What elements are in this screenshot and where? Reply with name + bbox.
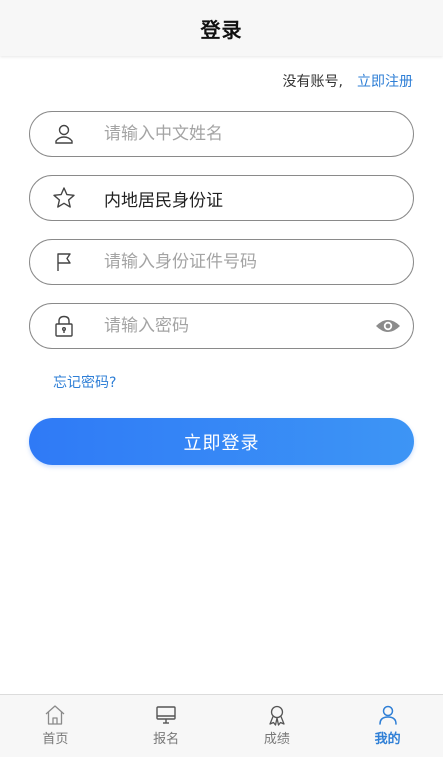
id-type-field[interactable] [29, 175, 414, 221]
bottom-tab-bar: 首页 报名 成绩 我的 [0, 694, 443, 757]
tab-home-label: 首页 [42, 732, 69, 747]
password-input[interactable] [104, 304, 367, 348]
register-prompt: 没有账号, [282, 74, 343, 90]
login-page: 登录 没有账号, 立即注册 请输入中文姓名 内地居民身份证 请输入身份证件号码 … [0, 0, 443, 757]
password-field[interactable] [29, 303, 414, 349]
user-icon [52, 122, 76, 146]
name-field[interactable] [29, 111, 414, 157]
home-icon [43, 704, 67, 726]
register-link[interactable]: 立即注册 [357, 71, 413, 91]
flag-icon [52, 250, 76, 274]
register-row: 没有账号, 立即注册 [283, 71, 413, 91]
id-number-field[interactable] [29, 239, 414, 285]
tab-scores-label: 成绩 [263, 732, 290, 747]
monitor-icon [154, 704, 178, 726]
tab-mine-label: 我的 [374, 732, 401, 747]
person-icon [376, 704, 400, 726]
lock-icon [52, 314, 76, 338]
award-icon [265, 704, 289, 726]
page-title: 登录 [200, 17, 243, 42]
eye-icon[interactable] [375, 317, 401, 335]
login-button[interactable]: 立即登录 [29, 418, 414, 465]
tab-signup[interactable]: 报名 [111, 695, 222, 757]
name-input[interactable] [104, 112, 367, 156]
tab-mine[interactable]: 我的 [332, 695, 443, 757]
forgot-password-link[interactable]: 忘记密码? [53, 372, 116, 392]
tab-signup-label: 报名 [153, 732, 180, 747]
tab-scores[interactable]: 成绩 [222, 695, 333, 757]
tab-home[interactable]: 首页 [0, 695, 111, 757]
star-icon [52, 186, 76, 210]
id-number-input[interactable] [104, 240, 367, 284]
id-type-input[interactable] [104, 176, 367, 220]
header-bar: 登录 [0, 0, 443, 56]
